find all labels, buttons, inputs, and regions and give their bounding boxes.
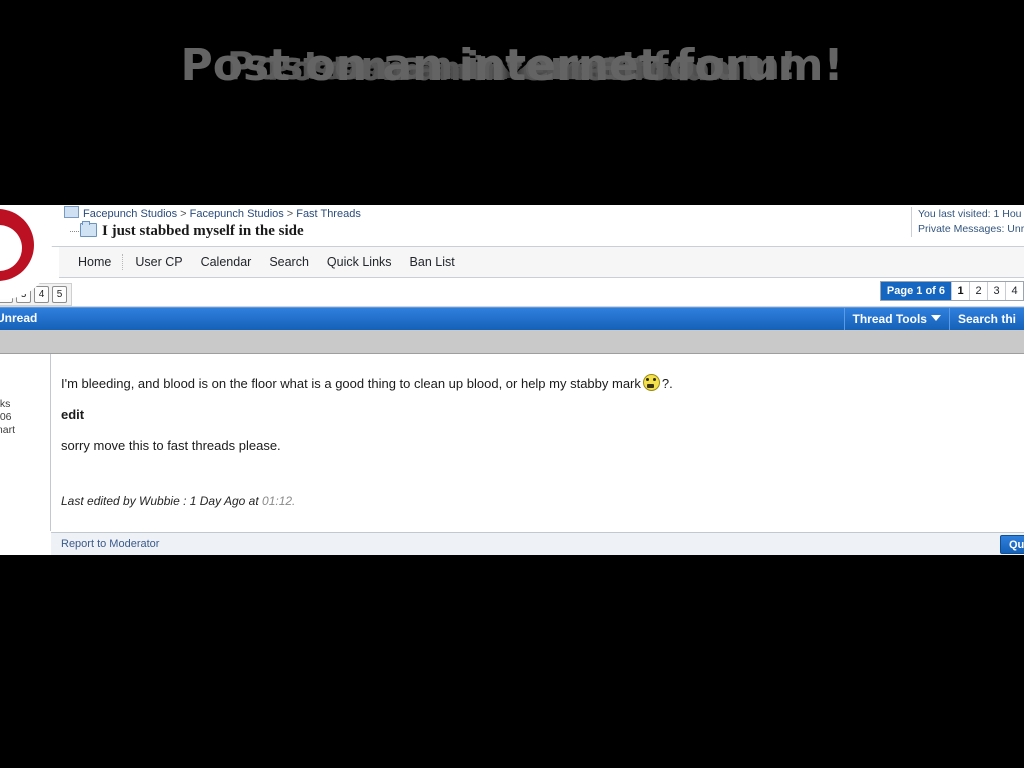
breadcrumb-item-2[interactable]: Facepunch Studios — [190, 208, 284, 219]
last-edited-time: 01:12. — [262, 494, 296, 508]
sidebar-line-joindate: 006 — [0, 411, 12, 423]
post-edit-note: sorry move this to fast threads please. — [61, 438, 281, 453]
last-visited-text: You last visited: 1 Hou — [918, 208, 1022, 220]
nav-item-calendar[interactable]: Calendar — [192, 255, 261, 269]
post-row: nks 006 mart I'm bleeding, and blood is … — [0, 354, 1024, 555]
pagination-strip: 2 3 4 5 Page 1 of 6 1 2 3 4 — [0, 278, 1024, 307]
breadcrumb-separator: > — [286, 208, 294, 219]
forum-page: Facepunch Studios > Facepunch Studios > Fast… — [0, 205, 1024, 555]
forum-header: Facepunch Studios > Facepunch Studios > Fast… — [0, 205, 1024, 247]
section-separator — [0, 330, 1024, 354]
page-title: I just stabbed myself in the side — [102, 223, 304, 239]
breadcrumb-folder-icon — [64, 206, 79, 218]
post-text-after-smiley: ?. — [661, 376, 673, 391]
chevron-down-icon — [930, 315, 941, 321]
pagination-right: Page 1 of 6 1 2 3 4 — [879, 281, 1024, 301]
page-button[interactable]: 2 — [969, 282, 987, 300]
nav-divider — [122, 254, 124, 270]
banner-text-layer: Post on an internet forum! — [180, 39, 844, 91]
nav-item-quick-links[interactable]: Quick Links — [318, 255, 401, 269]
post-edit-heading: edit — [61, 407, 85, 422]
page-count-label: Page 1 of 6 — [880, 282, 951, 300]
breadcrumb-separator: > — [180, 208, 187, 219]
page-button[interactable]: 5 — [52, 286, 67, 303]
thread-folder-icon — [80, 221, 97, 237]
zoom-text-banner: Post on an internet forum! Post on an int… — [0, 0, 1024, 205]
thread-tools-label: Thread Tools — [852, 312, 927, 326]
thread-toolbar: Unread Thread Tools Search thi — [0, 307, 1024, 331]
unread-label[interactable]: Unread — [0, 311, 37, 325]
last-edited-prefix: Last edited by Wubbie : 1 Day Ago at — [61, 494, 259, 508]
post-footer: Report to Moderator Qu — [51, 532, 1024, 555]
page-button[interactable]: 4 — [34, 286, 49, 303]
last-edited-note: Last edited by Wubbie : 1 Day Ago at 01:… — [61, 494, 295, 508]
grimace-smiley-icon — [642, 374, 660, 391]
nav-item-search[interactable]: Search — [260, 255, 318, 269]
tree-line — [70, 231, 79, 232]
report-to-moderator-link[interactable]: Report to Moderator — [61, 538, 159, 550]
nav-item-home[interactable]: Home — [69, 255, 120, 269]
nav-item-ban-list[interactable]: Ban List — [401, 255, 464, 269]
main-navigation: Home User CP Calendar Search Quick Links… — [59, 247, 1024, 278]
thread-tools-button[interactable]: Thread Tools — [843, 308, 949, 330]
breadcrumb: Facepunch Studios > Facepunch Studios > Fast… — [64, 206, 361, 219]
post-text-before-smiley: I'm bleeding, and blood is on the floor … — [61, 376, 641, 391]
page-button-current[interactable]: 1 — [951, 282, 969, 300]
bottom-letterbox — [0, 555, 1024, 768]
thread-title-row: I just stabbed myself in the side — [70, 221, 304, 240]
page-button[interactable]: 4 — [1005, 282, 1023, 300]
page-button[interactable]: 3 — [987, 282, 1005, 300]
post-paragraph-main: I'm bleeding, and blood is on the floor … — [61, 374, 1010, 393]
post-user-sidebar: nks 006 mart — [0, 354, 51, 531]
sidebar-line-location: mart — [0, 424, 15, 436]
private-messages-text[interactable]: Private Messages: Unre — [918, 222, 1024, 237]
quote-button[interactable]: Qu — [1000, 535, 1024, 554]
visitor-info-box: You last visited: 1 Hou Private Messages… — [911, 207, 1024, 237]
search-thread-button[interactable]: Search thi — [948, 308, 1024, 330]
breadcrumb-item-3[interactable]: Fast Threads — [296, 208, 361, 219]
nav-item-user-cp[interactable]: User CP — [126, 255, 191, 269]
sidebar-line-thanks: nks — [0, 398, 11, 410]
breadcrumb-item-1[interactable]: Facepunch Studios — [83, 208, 177, 219]
